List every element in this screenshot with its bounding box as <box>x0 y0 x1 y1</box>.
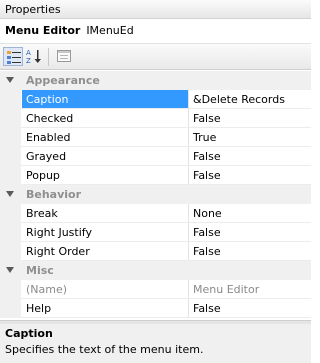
property-name[interactable]: Break <box>22 204 188 222</box>
property-name[interactable]: Help <box>22 299 188 317</box>
alphabetical-button[interactable]: A Z <box>24 47 44 66</box>
property-row[interactable]: Right Justify False <box>0 223 311 242</box>
property-row[interactable]: Checked False <box>0 109 311 128</box>
property-name[interactable]: Popup <box>22 166 188 184</box>
property-row[interactable]: Enabled True <box>0 128 311 147</box>
category-behavior[interactable]: Behavior <box>0 185 311 204</box>
collapse-arrow-icon[interactable] <box>6 77 14 83</box>
description-title: Caption <box>5 327 53 340</box>
property-value[interactable]: False <box>189 147 311 165</box>
window-title-bar: Properties <box>0 0 311 19</box>
property-name[interactable]: Grayed <box>22 147 188 165</box>
property-row[interactable]: Grayed False <box>0 147 311 166</box>
toolbar-separator <box>48 48 49 66</box>
property-value[interactable]: &Delete Records <box>189 90 311 108</box>
object-selector[interactable]: Menu Editor IMenuEd <box>0 19 311 44</box>
svg-text:Z: Z <box>26 57 31 64</box>
property-row[interactable]: (Name) Menu Editor <box>0 280 311 299</box>
collapse-arrow-icon[interactable] <box>6 267 14 273</box>
property-pages-button[interactable] <box>54 47 74 66</box>
category-appearance[interactable]: Appearance <box>0 71 311 90</box>
collapse-arrow-icon[interactable] <box>6 191 14 197</box>
description-panel: Caption Specifies the text of the menu i… <box>0 324 311 363</box>
property-name[interactable]: Checked <box>22 109 188 127</box>
property-value[interactable]: False <box>189 109 311 127</box>
property-value[interactable]: False <box>189 223 311 241</box>
property-name[interactable]: Enabled <box>22 128 188 146</box>
property-value[interactable]: True <box>189 128 311 146</box>
property-grid: Appearance Caption &Delete Records Check… <box>0 71 311 320</box>
category-misc[interactable]: Misc <box>0 261 311 280</box>
svg-text:A: A <box>26 49 31 57</box>
property-name[interactable]: Caption <box>22 90 188 108</box>
property-name[interactable]: Right Justify <box>22 223 188 241</box>
properties-toolbar: A Z <box>0 44 311 70</box>
property-row[interactable]: Popup False <box>0 166 311 185</box>
property-value[interactable]: False <box>189 242 311 260</box>
category-label: Appearance <box>26 74 100 87</box>
window-title: Properties <box>5 3 61 16</box>
property-value[interactable]: False <box>189 166 311 184</box>
property-row[interactable]: Break None <box>0 204 311 223</box>
description-text: Specifies the text of the menu item. <box>5 343 204 356</box>
property-name[interactable]: (Name) <box>22 280 188 298</box>
property-row[interactable]: Help False <box>0 299 311 318</box>
property-name[interactable]: Right Order <box>22 242 188 260</box>
property-value[interactable]: Menu Editor <box>189 280 311 298</box>
category-label: Misc <box>26 264 54 277</box>
object-name: Menu Editor <box>5 24 81 37</box>
object-type: IMenuEd <box>86 24 134 37</box>
property-row[interactable]: Caption &Delete Records <box>0 90 311 109</box>
property-row[interactable]: Right Order False <box>0 242 311 261</box>
category-label: Behavior <box>26 188 82 201</box>
property-value[interactable]: None <box>189 204 311 222</box>
categorized-button[interactable] <box>3 47 23 66</box>
property-value[interactable]: False <box>189 299 311 317</box>
